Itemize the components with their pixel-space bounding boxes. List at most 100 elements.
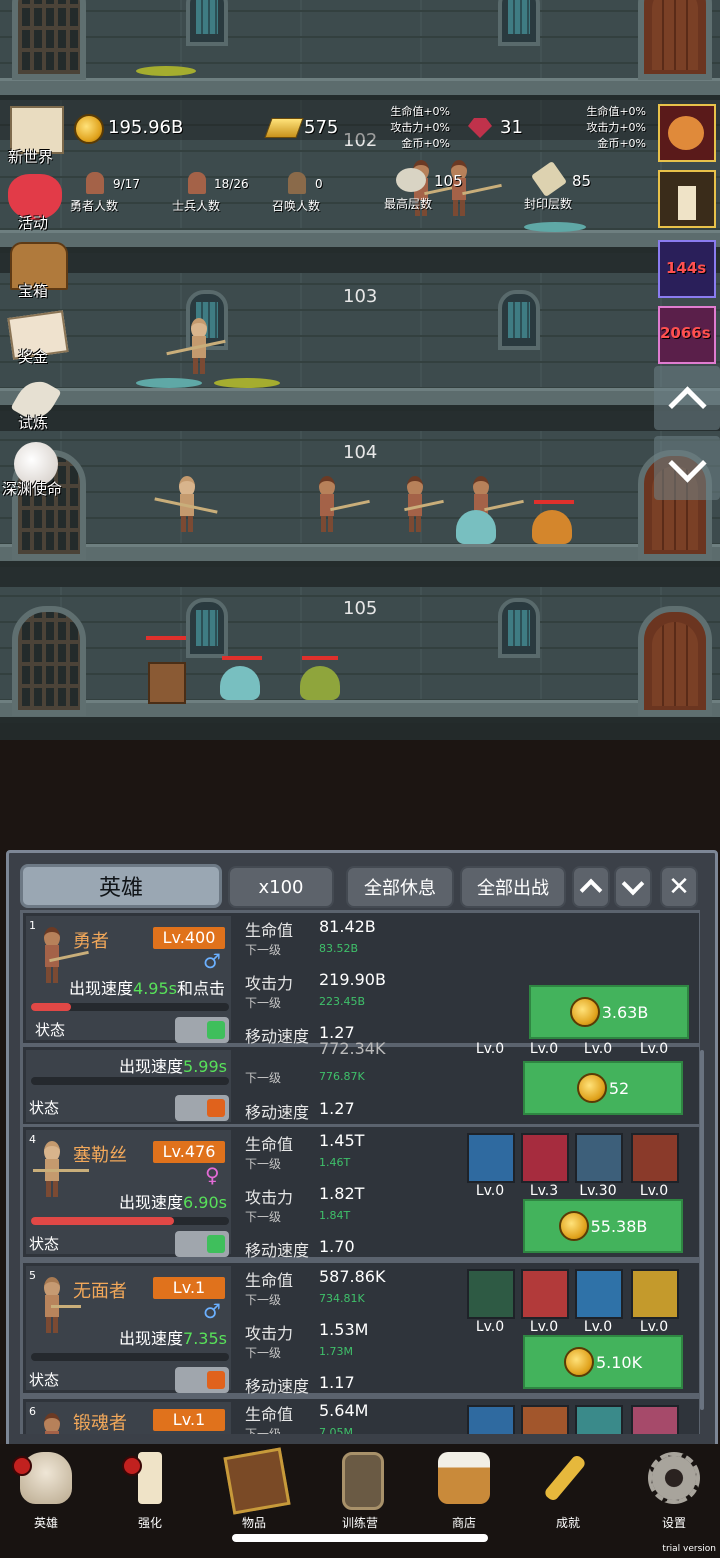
tab-heroes[interactable]: 英雄: [20, 864, 222, 908]
slime-monster: [220, 666, 260, 700]
apple-icon: [668, 116, 704, 150]
hero-name: 塞勒丝: [73, 1145, 127, 1166]
shield-star-skill-icon[interactable]: [467, 1133, 515, 1183]
hero-sprite: [166, 318, 226, 374]
soldier-count-value: 18/26: [214, 177, 249, 191]
atk-value: 219.90B: [319, 970, 386, 989]
deploy-all-button[interactable]: 全部出战: [460, 866, 566, 908]
close-button[interactable]: ✕: [660, 866, 698, 908]
hero-hp-bar-fill: [31, 1003, 71, 1011]
helmet-skill-icon[interactable]: [631, 1269, 679, 1319]
max-floor-icon: [396, 168, 426, 192]
apple-item-button[interactable]: [658, 104, 716, 162]
max-floor-value: 105: [434, 172, 463, 190]
nav-shop[interactable]: 商店: [424, 1452, 504, 1538]
state-toggle[interactable]: [175, 1231, 229, 1257]
skull-skill-icon[interactable]: [467, 1405, 515, 1434]
coin-icon: [576, 1073, 607, 1103]
candle-item-button[interactable]: [658, 170, 716, 228]
speed-value: 1.70: [319, 1237, 355, 1256]
upgrade-button[interactable]: 52: [523, 1061, 683, 1115]
chevron-down-icon: [621, 872, 645, 896]
beer-mug-icon: [438, 1452, 490, 1504]
state-toggle[interactable]: [175, 1367, 229, 1393]
monster-hp-bar: [534, 500, 574, 504]
appear-label: 出现速度: [69, 979, 134, 998]
toggle-knob: [207, 1235, 225, 1253]
floor-base: [0, 723, 720, 740]
window: [186, 0, 228, 46]
scroll-down-button[interactable]: [654, 436, 720, 500]
hero-hp-bar: [31, 1217, 229, 1225]
beast-skill-icon[interactable]: [521, 1133, 569, 1183]
hero-portrait: [33, 1141, 89, 1197]
floor-gap: [0, 253, 720, 273]
male-icon: ♂: [203, 1299, 221, 1323]
female-icon: ♀: [205, 1163, 220, 1187]
staff-skill-icon[interactable]: [631, 1133, 679, 1183]
gem-amount: 31: [500, 117, 523, 138]
home-indicator[interactable]: [232, 1534, 488, 1542]
hero-level: Lv.1: [153, 1277, 225, 1299]
buff-gold: 金币+0%: [597, 137, 646, 150]
scroll-up-button[interactable]: [654, 366, 720, 430]
hp-next-value: 83.52B: [319, 942, 359, 955]
state-toggle[interactable]: [175, 1095, 229, 1121]
upgrade-button[interactable]: 3.63B: [529, 985, 689, 1039]
multiplier-button[interactable]: x100: [228, 866, 334, 908]
boot-skill-icon[interactable]: [575, 1269, 623, 1319]
scrollbar[interactable]: [700, 1050, 704, 1410]
notification-dot: [122, 1456, 142, 1476]
boots-skill-icon[interactable]: [575, 1133, 623, 1183]
nav-achievements[interactable]: 成就: [528, 1452, 608, 1538]
buff-stats-left: 生命值+0% 攻击力+0% 金币+0%: [378, 104, 450, 152]
hero-level: Lv.1: [153, 1409, 225, 1431]
next-level-label: 下一级: [245, 1346, 282, 1360]
gloves-skill-icon[interactable]: [575, 1405, 623, 1434]
sword-shield-skill-icon[interactable]: [467, 1269, 515, 1319]
state-toggle[interactable]: [175, 1017, 229, 1043]
window: [498, 598, 540, 658]
candle-icon: [138, 1452, 162, 1504]
appear-speed: 出现速度5.99s: [119, 1053, 227, 1077]
upgrade-button[interactable]: 55.38B: [523, 1199, 683, 1253]
nav-items[interactable]: 物品: [214, 1447, 294, 1538]
buff-timer-2: 2066s: [660, 324, 711, 342]
nav-training-camp[interactable]: 训练营: [320, 1452, 400, 1538]
hero-index: 4: [29, 1133, 36, 1146]
atk-next-value: 1.73M: [319, 1345, 353, 1358]
atk-next-value: 223.45B: [319, 995, 366, 1008]
hero-card[interactable]: 出现速度5.99s 状态 772.34K 下一级 776.87K 移动速度 1.…: [20, 1039, 700, 1128]
panel-up-button[interactable]: [572, 866, 610, 908]
gear-icon: [648, 1452, 700, 1504]
hero-portrait: [41, 1413, 61, 1434]
skill-level: Lv.0: [475, 1183, 505, 1199]
hero-card[interactable]: 4 塞勒丝 Lv.476 ♀ 出现速度6.90s 状态 生命值 1.45T 下一…: [20, 1124, 700, 1260]
speed-label: 移动速度: [245, 1241, 310, 1260]
nav-settings[interactable]: 设置: [634, 1452, 714, 1538]
hero-card[interactable]: 6 锻魂者 Lv.1 生命值 5.64M 下一级 7.05M: [20, 1396, 700, 1434]
male-icon: ♂: [203, 949, 221, 973]
state-label: 状态: [29, 1371, 60, 1389]
slime-monster: [300, 666, 340, 700]
hp-value: 587.86K: [319, 1267, 386, 1286]
skill-level: Lv.0: [529, 1041, 559, 1057]
hero-list[interactable]: 1 勇者 Lv.400 ♂ 出现速度4.95s和点击 状态 生命值 81.42B…: [20, 910, 700, 1434]
boot-skill-icon[interactable]: [631, 1405, 679, 1434]
hero-card[interactable]: 5 无面者 Lv.1 ♂ 出现速度7.35s 状态 生命值 587.86K 下一…: [20, 1260, 700, 1396]
mimic-monster: [148, 662, 186, 704]
buff-atk: 攻击力+0%: [390, 121, 450, 134]
appear-speed: 出现速度4.95s和点击: [69, 975, 225, 999]
toggle-knob: [207, 1021, 225, 1039]
hero-card[interactable]: 1 勇者 Lv.400 ♂ 出现速度4.95s和点击 状态 生命值 81.42B…: [20, 910, 700, 1046]
atk-next-value: 776.87K: [319, 1070, 365, 1083]
floor-gap: [0, 411, 720, 431]
upgrade-button[interactable]: 5.10K: [523, 1335, 683, 1389]
rest-all-button[interactable]: 全部休息: [346, 866, 454, 908]
panel-down-button[interactable]: [614, 866, 652, 908]
axe-skill-icon[interactable]: [521, 1405, 569, 1434]
ledge: [0, 700, 720, 723]
sword-skill-icon[interactable]: [521, 1269, 569, 1319]
buff-atk: 攻击力+0%: [586, 121, 646, 134]
slime-monster: [456, 510, 496, 544]
